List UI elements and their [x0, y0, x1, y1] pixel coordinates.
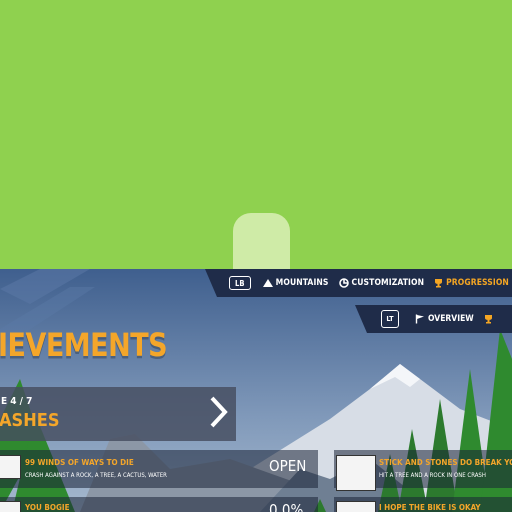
- tab-label: OVERVIEW: [428, 314, 474, 324]
- next-category-arrow-icon[interactable]: [204, 395, 232, 429]
- touch-indicator: [233, 213, 290, 270]
- game-screen: LB MOUNTAINS CUSTOMIZATION PROGRESSION ◀…: [0, 269, 512, 512]
- bike-crash-achievement-icon: [336, 455, 376, 491]
- category-counter: E 4 / 7: [1, 396, 33, 407]
- category-name: ASHES: [0, 410, 60, 431]
- bogie-achievement-icon: [0, 501, 21, 512]
- trophy-icon: [484, 315, 492, 324]
- achievement-title: STICK AND STONES DO BREAK YOUR: [379, 458, 512, 467]
- top-tab-bar: LB MOUNTAINS CUSTOMIZATION PROGRESSION ◀: [205, 269, 512, 297]
- tab-label: PROGRESSION: [446, 278, 509, 288]
- bike-achievement-icon: [336, 501, 376, 512]
- achievement-title: YOU BOGIE: [25, 503, 70, 512]
- achievement-title: 99 WINDS OF WAYS TO DIE: [25, 458, 134, 467]
- mountain-icon: [262, 279, 273, 287]
- tab-overview[interactable]: OVERVIEW: [415, 314, 474, 324]
- achievement-description: CRASH AGAINST A ROCK, A TREE, A CACTUS, …: [25, 472, 167, 479]
- tab-mountains[interactable]: MOUNTAINS: [262, 278, 329, 288]
- tab-label: CUSTOMIZATION: [351, 278, 425, 288]
- tab-customization[interactable]: CUSTOMIZATION: [338, 278, 425, 288]
- trophy-icon: [435, 279, 443, 288]
- lb-button-hint[interactable]: LB: [229, 276, 251, 290]
- achievement-description: HIT A TREE AND A ROCK IN ONE CRASH: [379, 472, 486, 479]
- achievement-title: I HOPE THE BIKE IS OKAY: [379, 503, 481, 512]
- flag-icon: [415, 314, 424, 324]
- crash-achievement-icon: [0, 455, 21, 479]
- achievement-progress: 0.0%: [269, 501, 304, 512]
- page-title: IEVEMENTS: [0, 327, 168, 365]
- sub-tab-bar: LT OVERVIEW: [355, 305, 512, 333]
- tab-label: MOUNTAINS: [275, 278, 329, 288]
- tab-achievements[interactable]: [484, 314, 493, 324]
- lt-button-hint[interactable]: LT: [381, 310, 399, 328]
- tab-progression[interactable]: PROGRESSION: [434, 278, 509, 288]
- customization-icon: [338, 278, 349, 288]
- achievement-status: OPEN: [269, 457, 307, 475]
